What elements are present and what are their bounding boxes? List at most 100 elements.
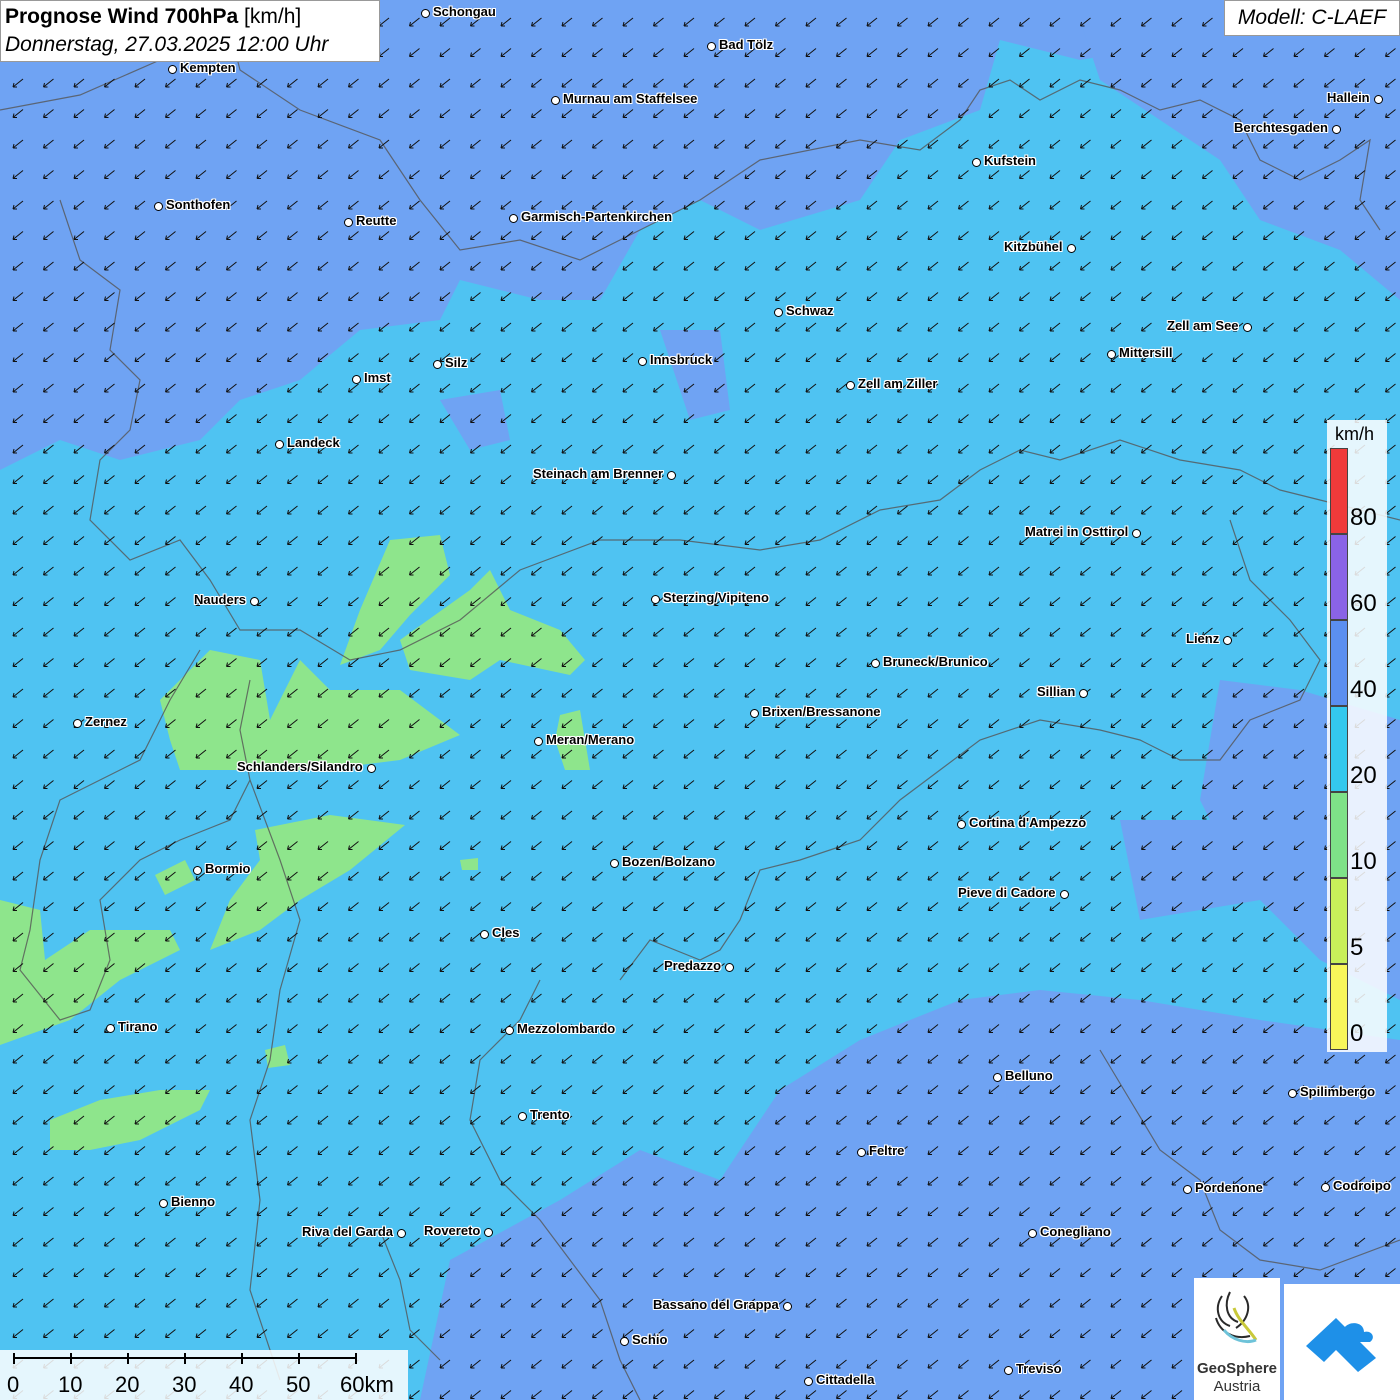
wind-arrow — [866, 1268, 878, 1277]
wind-arrow — [317, 1024, 329, 1033]
wind-arrow — [73, 1237, 85, 1247]
wind-arrow — [1263, 353, 1274, 362]
wind-arrow — [1019, 353, 1030, 362]
wind-arrow — [43, 444, 54, 454]
wind-arrow — [287, 627, 298, 637]
wind-arrow — [1293, 383, 1305, 393]
wind-arrow — [622, 261, 634, 271]
wind-arrow — [1232, 963, 1244, 972]
wind-arrow — [1080, 1390, 1091, 1399]
wind-arrow — [134, 505, 146, 515]
wind-arrow — [531, 1237, 542, 1247]
wind-arrow — [622, 749, 634, 759]
wind-arrow — [1202, 78, 1213, 88]
wind-arrow — [1293, 1146, 1305, 1155]
wind-arrow — [988, 444, 1000, 454]
wind-arrow — [897, 505, 908, 515]
wind-forecast-map[interactable]: Schongau Bad Tölz Kempten Murnau am Staffel… — [0, 0, 1400, 1400]
wind-arrow — [1141, 261, 1152, 271]
wind-arrow — [531, 353, 542, 362]
wind-arrow — [805, 170, 817, 179]
city-dot-icon — [433, 360, 442, 369]
wind-arrow — [927, 1146, 939, 1155]
wind-arrow — [683, 658, 695, 667]
wind-arrow — [1171, 536, 1183, 545]
wind-arrow — [683, 1237, 695, 1247]
wind-arrow — [1049, 292, 1061, 301]
wind-arrow — [1171, 109, 1183, 118]
wind-arrow — [683, 444, 695, 454]
wind-arrow — [439, 322, 451, 332]
wind-arrow — [897, 749, 908, 759]
wind-arrow — [1141, 200, 1152, 210]
wind-arrow — [592, 1268, 603, 1277]
wind-arrow — [134, 688, 146, 698]
wind-arrow — [348, 292, 359, 301]
wind-arrow — [927, 444, 939, 454]
wind-arrow — [1049, 1237, 1061, 1247]
wind-arrow — [561, 78, 573, 88]
app-logo[interactable] — [1284, 1284, 1400, 1400]
wind-arrow — [836, 932, 847, 942]
wind-arrow — [622, 1207, 634, 1216]
wind-arrow — [927, 1054, 939, 1064]
wind-arrow — [1293, 139, 1305, 149]
wind-arrow — [958, 261, 969, 271]
wind-arrow — [805, 1085, 817, 1094]
wind-arrow — [775, 1237, 786, 1247]
wind-arrow — [1263, 719, 1274, 728]
wind-arrow — [73, 810, 85, 820]
wind-arrow — [1141, 1268, 1152, 1277]
wind-arrow — [1049, 139, 1061, 149]
wind-arrow — [43, 993, 54, 1003]
wind-arrow — [622, 139, 634, 149]
wind-arrow — [866, 475, 878, 484]
wind-arrow — [500, 1115, 512, 1125]
wind-arrow — [897, 871, 908, 881]
wind-arrow — [1232, 902, 1244, 911]
wind-arrow — [378, 597, 390, 606]
wind-arrow — [439, 841, 451, 850]
wind-arrow — [561, 658, 573, 667]
wind-arrow — [561, 810, 573, 820]
scale-label: 0 — [7, 1372, 20, 1397]
wind-arrow — [653, 993, 664, 1003]
wind-arrow — [256, 414, 268, 423]
wind-arrow — [1293, 749, 1305, 759]
wind-arrow — [134, 261, 146, 271]
wind-arrow — [1019, 475, 1030, 484]
wind-arrow — [1385, 841, 1396, 850]
wind-arrow — [1293, 780, 1305, 789]
wind-arrow — [12, 780, 24, 789]
wind-arrow — [683, 170, 695, 179]
wind-arrow — [866, 139, 878, 149]
wind-arrow — [805, 1176, 817, 1186]
wind-arrow — [744, 1359, 756, 1369]
wind-arrow — [897, 810, 908, 820]
wind-arrow — [1110, 1115, 1122, 1125]
wind-arrow — [683, 1024, 695, 1033]
wind-arrow — [470, 627, 481, 637]
wind-arrow — [1232, 1146, 1244, 1155]
wind-arrow — [165, 902, 176, 911]
wind-arrow — [531, 505, 542, 515]
wind-arrow — [1171, 505, 1183, 515]
wind-arrow — [653, 1115, 664, 1125]
city-label: Codroipo — [1333, 1178, 1391, 1193]
wind-arrow — [43, 475, 54, 484]
wind-arrow — [714, 871, 725, 881]
wind-arrow — [1171, 932, 1183, 942]
wind-arrow — [836, 200, 847, 210]
wind-arrow — [927, 1390, 939, 1399]
wind-arrow — [134, 1268, 146, 1277]
wind-arrow — [592, 231, 603, 240]
wind-arrow — [1019, 1176, 1030, 1186]
wind-arrow — [988, 871, 1000, 881]
wind-arrow — [927, 963, 939, 972]
wind-arrow — [744, 292, 756, 301]
wind-arrow — [439, 627, 451, 637]
wind-arrow — [317, 1237, 329, 1247]
wind-arrow — [775, 505, 786, 515]
geosphere-logo[interactable]: GeoSphere Austria — [1194, 1278, 1280, 1400]
wind-arrow — [104, 902, 115, 911]
